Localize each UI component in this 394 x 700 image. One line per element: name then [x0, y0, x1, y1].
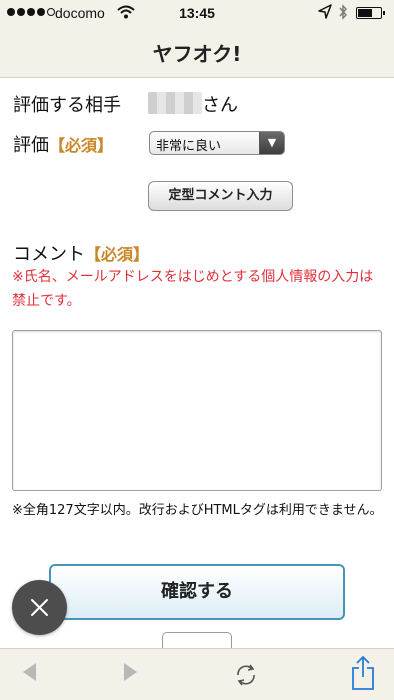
close-button[interactable] [12, 580, 67, 635]
partner-name-redacted [148, 92, 202, 114]
status-time: 13:45 [179, 5, 215, 21]
confirm-button[interactable]: 確認する [49, 564, 345, 620]
partner-suffix: さん [202, 95, 238, 116]
browser-toolbar [0, 648, 394, 700]
rating-label: 評価【必須】 [13, 131, 113, 157]
reload-icon[interactable] [233, 662, 259, 692]
rating-select-value: 非常に良い [156, 139, 222, 154]
rating-select[interactable]: 非常に良い ▼ [149, 131, 285, 155]
battery-icon [356, 7, 385, 19]
template-comment-button[interactable]: 定型コメント入力 [148, 181, 293, 211]
close-icon [31, 599, 48, 616]
character-limit-note: ※全角127文字以内。改行およびHTMLタグは利用できません。 [12, 503, 383, 518]
partner-label: 評価する相手 [13, 95, 121, 116]
rating-label-text: 評価 [13, 135, 49, 156]
status-bar: docomo 13:45 [0, 0, 394, 26]
app-header: ヤフオク! [0, 26, 394, 78]
page-title: ヤフオク! [152, 42, 242, 66]
comment-textarea[interactable] [12, 330, 382, 491]
comment-required-badge: 【必須】 [85, 245, 150, 264]
forward-arrow-icon[interactable] [122, 661, 140, 687]
share-icon[interactable] [350, 655, 376, 695]
privacy-warning: ※氏名、メールアドレスをはじめとする個人情報の入力は禁止です。 [12, 269, 374, 309]
comment-label-text: コメント [13, 244, 85, 265]
chevron-down-icon: ▼ [259, 132, 284, 154]
comment-label: コメント【必須】 [13, 240, 149, 266]
bluetooth-icon [338, 4, 348, 23]
location-arrow-icon [318, 4, 332, 23]
back-arrow-icon[interactable] [20, 661, 38, 687]
rating-required-badge: 【必須】 [49, 136, 114, 155]
